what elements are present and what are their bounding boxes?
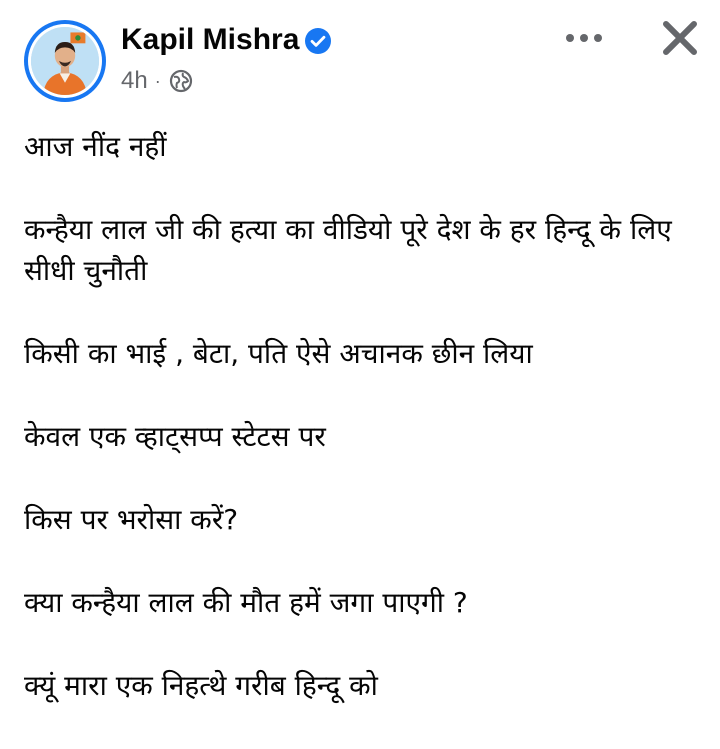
meta-separator: ·	[154, 71, 161, 91]
post-paragraph: आज नींद नहीं	[24, 130, 167, 163]
post-paragraph: क्यूं मारा एक निहत्थे गरीब हिन्दू को	[24, 669, 378, 702]
post-paragraph: कन्हैया लाल जी की हत्या का वीडियो पूरे द…	[24, 213, 672, 287]
avatar-ring	[28, 24, 102, 98]
more-options-button[interactable]	[562, 22, 606, 54]
post-paragraph: किसी का भाई , बेटा, पति ऐसे अचानक छीन लि…	[24, 337, 533, 370]
close-icon[interactable]	[654, 12, 706, 64]
author-name[interactable]: Kapil Mishra	[121, 22, 299, 58]
post-meta: 4h ·	[121, 66, 193, 96]
verified-badge-icon	[305, 28, 331, 54]
post-paragraph: क्या कन्हैया लाल की मौत हमें जगा पाएगी ?	[24, 586, 468, 619]
post-paragraph: केवल एक व्हाट्सप्प स्टेटस पर	[24, 420, 326, 453]
author-avatar[interactable]	[24, 20, 106, 102]
globe-icon[interactable]	[169, 69, 193, 93]
person-photo-icon	[31, 27, 99, 95]
more-options-icon	[566, 34, 602, 42]
post-paragraph: किस पर भरोसा करें?	[24, 503, 239, 536]
post-timestamp[interactable]: 4h	[121, 66, 148, 96]
avatar-photo	[31, 27, 99, 95]
post-text: आज नींद नहीं कन्हैया लाल जी की हत्या का …	[24, 126, 700, 748]
post-header: Kapil Mishra 4h ·	[0, 0, 720, 110]
